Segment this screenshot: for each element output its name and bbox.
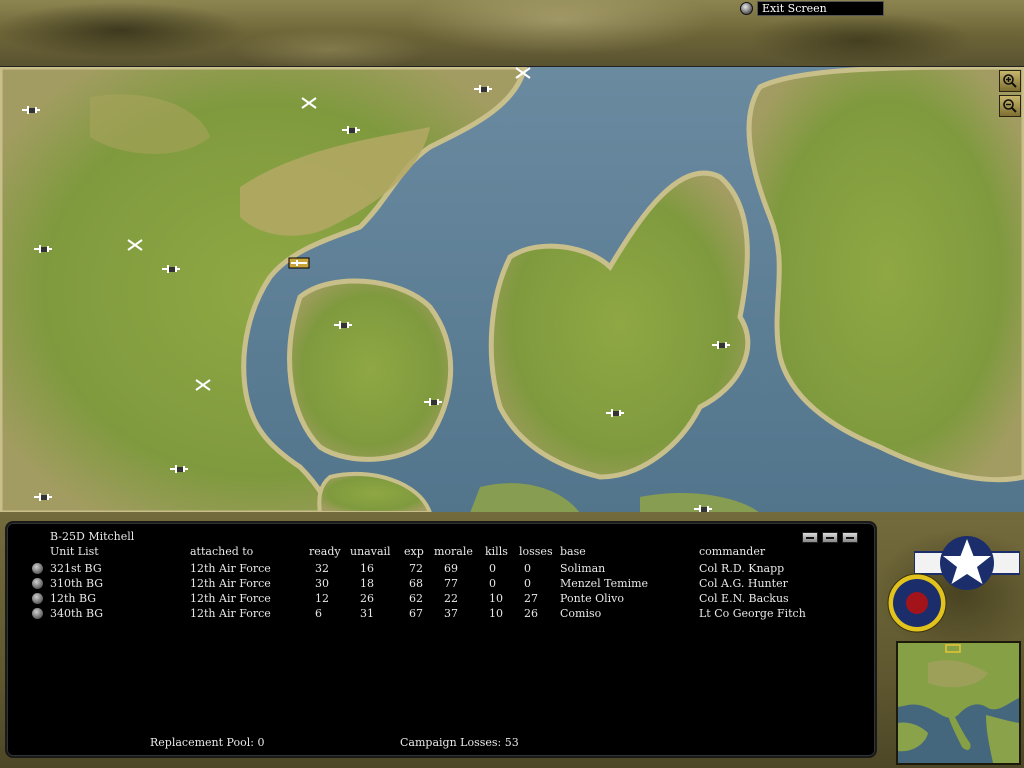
crossed-swords-icon[interactable] — [512, 67, 534, 79]
unit-ready: 6 — [315, 607, 322, 620]
header-commander[interactable]: commander — [699, 545, 765, 558]
airbase-unit-icon[interactable] — [472, 83, 494, 95]
airbase-unit-icon[interactable] — [710, 339, 732, 351]
unit-commander: Col E.N. Backus — [699, 592, 789, 605]
unit-row-selector[interactable] — [32, 578, 43, 589]
unit-unavail: 16 — [360, 562, 374, 575]
terrain-map — [0, 67, 1024, 512]
unit-morale: 77 — [444, 577, 458, 590]
header-unit-list[interactable]: Unit List — [50, 545, 99, 558]
minimize-panel-button[interactable] — [802, 532, 818, 543]
unit-exp: 67 — [409, 607, 423, 620]
crossed-swords-icon[interactable] — [298, 97, 320, 109]
airbase-unit-icon[interactable] — [32, 491, 54, 503]
unit-losses: 0 — [524, 577, 531, 590]
airbase-unit-icon[interactable] — [692, 503, 714, 512]
unit-commander: Col R.D. Knapp — [699, 562, 785, 575]
unit-base: Menzel Temime — [560, 577, 649, 590]
header-morale[interactable]: morale — [434, 545, 473, 558]
unit-kills: 10 — [489, 607, 503, 620]
unit-ready: 12 — [315, 592, 329, 605]
unit-exp: 68 — [409, 577, 423, 590]
unit-exp: 62 — [409, 592, 423, 605]
airbase-unit-icon[interactable] — [168, 463, 190, 475]
zoom-in-button[interactable] — [999, 70, 1021, 92]
airbase-unit-icon[interactable] — [340, 124, 362, 136]
airbase-unit-icon[interactable] — [604, 407, 626, 419]
exit-bullet-icon — [740, 2, 753, 15]
unit-name[interactable]: 310th BG — [50, 577, 103, 590]
unit-losses: 0 — [524, 562, 531, 575]
zoom-out-magnifier-icon — [1003, 99, 1017, 113]
unit-unavail: 26 — [360, 592, 374, 605]
unit-exp: 72 — [409, 562, 423, 575]
unit-row-selector[interactable] — [32, 608, 43, 619]
header-base[interactable]: base — [560, 545, 586, 558]
unit-unavail: 31 — [360, 607, 374, 620]
header-unavail[interactable]: unavail — [350, 545, 391, 558]
minimap-terrain — [898, 643, 1019, 763]
header-exp[interactable]: exp — [404, 545, 424, 558]
airbase-unit-icon[interactable] — [20, 104, 42, 116]
header-kills[interactable]: kills — [485, 545, 508, 558]
unit-attached-to: 12th Air Force — [190, 607, 271, 620]
exit-screen-label: Exit Screen — [757, 1, 884, 16]
unit-morale: 22 — [444, 592, 458, 605]
unit-kills: 0 — [489, 562, 496, 575]
crossed-swords-icon[interactable] — [124, 239, 146, 251]
unit-base: Soliman — [560, 562, 606, 575]
panel-window-controls — [802, 532, 858, 543]
unit-base: Comiso — [560, 607, 602, 620]
airbase-unit-icon[interactable] — [32, 243, 54, 255]
unit-ready: 32 — [315, 562, 329, 575]
unit-commander: Lt Co George Fitch — [699, 607, 806, 620]
unit-kills: 0 — [489, 577, 496, 590]
selected-unit-icon[interactable] — [288, 257, 310, 269]
unit-losses: 26 — [524, 607, 538, 620]
unit-morale: 69 — [444, 562, 458, 575]
unit-row-selector[interactable] — [32, 563, 43, 574]
crossed-swords-icon[interactable] — [192, 379, 214, 391]
exit-screen-button[interactable]: Exit Screen — [740, 1, 888, 16]
unit-ready: 30 — [315, 577, 329, 590]
campaign-losses: Campaign Losses: 53 — [400, 736, 519, 749]
unit-morale: 37 — [444, 607, 458, 620]
unit-name[interactable]: 340th BG — [50, 607, 103, 620]
unit-unavail: 18 — [360, 577, 374, 590]
restore-panel-button[interactable] — [822, 532, 838, 543]
unit-attached-to: 12th Air Force — [190, 592, 271, 605]
airbase-unit-icon[interactable] — [160, 263, 182, 275]
unit-losses: 27 — [524, 592, 538, 605]
campaign-map[interactable] — [0, 66, 1024, 512]
aircraft-type-title: B-25D Mitchell — [50, 530, 135, 543]
unit-kills: 10 — [489, 592, 503, 605]
unit-base: Ponte Olivo — [560, 592, 624, 605]
replacement-pool: Replacement Pool: 0 — [150, 736, 265, 749]
unit-attached-to: 12th Air Force — [190, 577, 271, 590]
header-attached-to[interactable]: attached to — [190, 545, 253, 558]
unit-commander: Col A.G. Hunter — [699, 577, 788, 590]
airbase-unit-icon[interactable] — [332, 319, 354, 331]
zoom-out-button[interactable] — [999, 95, 1021, 117]
header-ready[interactable]: ready — [309, 545, 341, 558]
unit-name[interactable]: 12th BG — [50, 592, 96, 605]
unit-row-selector[interactable] — [32, 593, 43, 604]
raf-roundel-icon — [887, 573, 947, 633]
airbase-unit-icon[interactable] — [422, 396, 444, 408]
maximize-panel-button[interactable] — [842, 532, 858, 543]
zoom-in-magnifier-icon — [1003, 74, 1017, 88]
unit-attached-to: 12th Air Force — [190, 562, 271, 575]
europe-minimap[interactable] — [896, 641, 1021, 765]
unit-name[interactable]: 321st BG — [50, 562, 102, 575]
header-losses[interactable]: losses — [519, 545, 553, 558]
